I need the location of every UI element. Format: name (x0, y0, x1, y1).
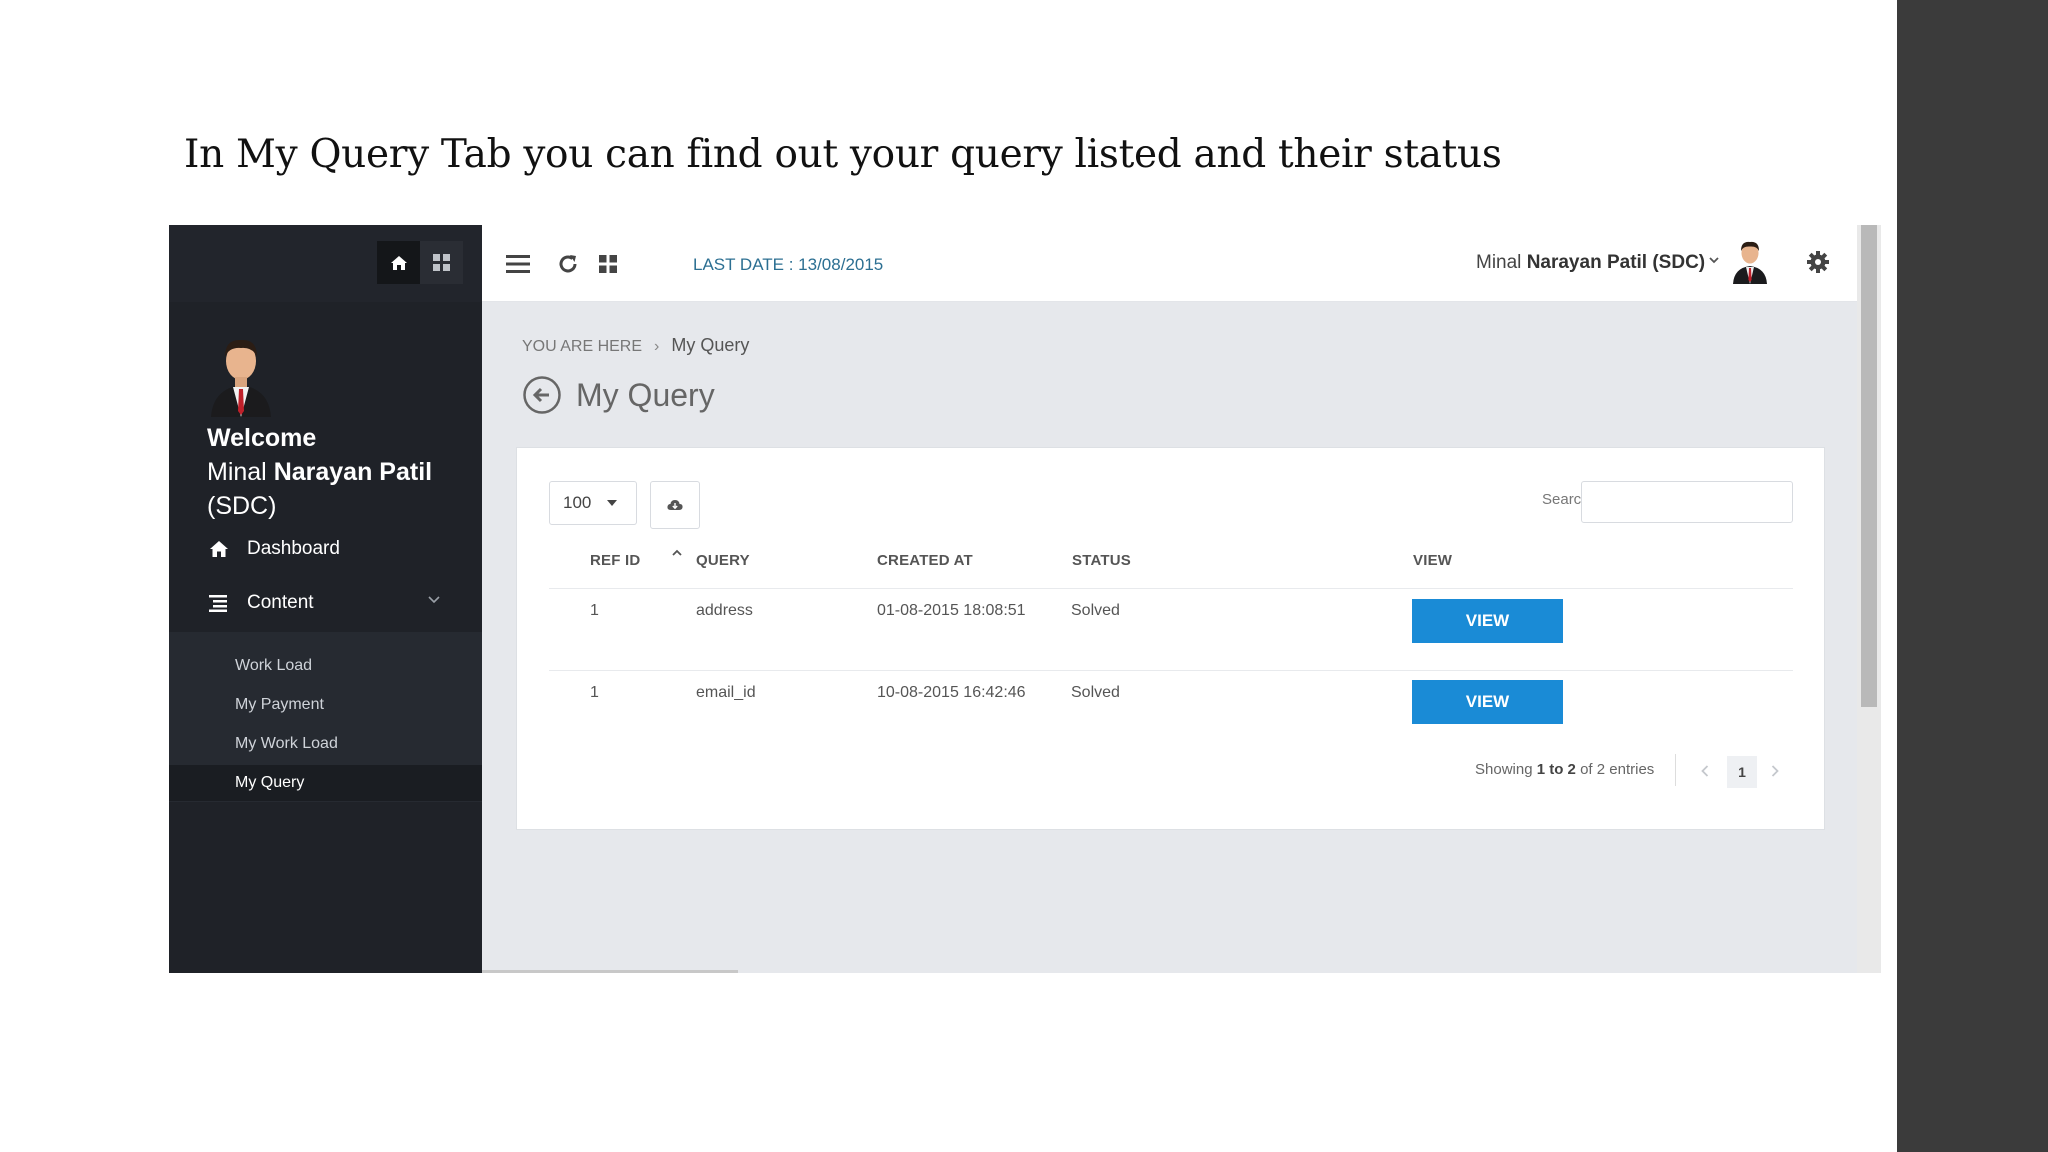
refresh-icon (559, 255, 577, 273)
welcome-text: Welcome Minal Narayan Patil (SDC) (207, 421, 432, 523)
pagination-next-button[interactable] (1765, 758, 1785, 784)
scrollbar-thumb[interactable] (1861, 225, 1877, 707)
sidebar-item-my-query[interactable]: My Query (169, 765, 482, 801)
avatar[interactable] (1732, 238, 1768, 284)
home-button[interactable] (377, 241, 420, 284)
sidebar-item-work-load[interactable]: Work Load (169, 648, 482, 684)
apps-grid-button[interactable] (594, 251, 622, 277)
cell-created-at: 10-08-2015 16:42:46 (877, 684, 1026, 701)
content-submenu: Work Load My Payment My Work Load My Que… (169, 632, 482, 802)
grid-icon (599, 255, 617, 273)
sidebar-item-content[interactable]: Content (169, 578, 482, 628)
row-divider (549, 670, 1793, 671)
cloud-download-icon (667, 500, 683, 510)
sidebar-item-label: Content (247, 592, 314, 613)
home-icon (390, 255, 407, 270)
cell-created-at: 01-08-2015 18:08:51 (877, 602, 1026, 619)
back-arrow-icon[interactable] (522, 375, 562, 415)
info-suffix: of 2 entries (1575, 761, 1655, 778)
chevron-left-icon (1701, 765, 1709, 777)
refresh-button[interactable] (554, 251, 582, 277)
last-date-label: LAST DATE : 13/08/2015 (693, 255, 884, 274)
pagination-divider (1675, 754, 1676, 786)
chevron-right-icon (1771, 765, 1779, 777)
search-input[interactable] (1581, 481, 1793, 523)
breadcrumb-separator: › (654, 338, 660, 355)
query-table-panel: 100 Search: REF ID QUERY CREATED AT STAT… (516, 447, 1825, 830)
header-divider (549, 588, 1793, 589)
sidebar-top-bar (169, 225, 482, 302)
user-last-name: Narayan Patil (273, 458, 433, 486)
column-header-query[interactable]: QUERY (696, 552, 750, 569)
user-last-name: Narayan Patil (SDC) (1526, 252, 1706, 273)
pagination-page-1[interactable]: 1 (1727, 756, 1757, 788)
breadcrumb: YOU ARE HERE › My Query (522, 335, 749, 356)
app-screenshot: Welcome Minal Narayan Patil (SDC) Dashbo… (169, 225, 1881, 973)
settings-button[interactable] (1807, 251, 1829, 278)
slide: In My Query Tab you can find out your qu… (0, 0, 2048, 1152)
page-length-select[interactable]: 100 (549, 481, 637, 525)
gear-icon (1807, 251, 1829, 273)
column-header-status[interactable]: STATUS (1072, 552, 1131, 569)
cell-status: Solved (1071, 602, 1120, 619)
info-prefix: Showing (1475, 761, 1537, 778)
cell-query: email_id (696, 684, 756, 701)
sidebar-item-my-payment[interactable]: My Payment (169, 687, 482, 723)
page-length-value: 100 (563, 493, 592, 512)
home-icon (209, 540, 231, 558)
menu-toggle-button[interactable] (504, 251, 532, 277)
sidebar-item-label: Dashboard (247, 538, 340, 559)
caret-down-icon (607, 500, 618, 506)
list-icon (209, 594, 231, 612)
user-first-name: Minal (207, 458, 274, 486)
slide-right-bar (1897, 0, 2048, 1152)
sort-asc-icon[interactable] (671, 548, 683, 558)
grid-icon (433, 254, 450, 271)
avatar (211, 339, 271, 417)
grid-button[interactable] (420, 241, 463, 284)
chevron-down-icon (428, 596, 440, 604)
cell-ref-id: 1 (590, 684, 599, 701)
column-header-ref-id[interactable]: REF ID (590, 552, 640, 569)
download-button[interactable] (650, 481, 700, 529)
column-header-created-at[interactable]: CREATED AT (877, 552, 973, 569)
chevron-down-icon[interactable] (1709, 256, 1719, 264)
horizontal-scrollbar[interactable] (482, 970, 738, 973)
user-menu[interactable]: Minal Narayan Patil (SDC) (1476, 252, 1705, 274)
slide-title: In My Query Tab you can find out your qu… (184, 132, 1502, 177)
page-title: My Query (522, 375, 715, 415)
breadcrumb-current[interactable]: My Query (671, 335, 749, 355)
sidebar-item-my-work-load[interactable]: My Work Load (169, 726, 482, 762)
sidebar-item-dashboard[interactable]: Dashboard (169, 524, 482, 574)
top-bar: LAST DATE : 13/08/2015 Minal Narayan Pat… (482, 225, 1857, 302)
view-button[interactable]: VIEW (1412, 680, 1563, 724)
breadcrumb-prefix: YOU ARE HERE (522, 338, 643, 355)
page-title-text: My Query (576, 376, 715, 413)
user-role: (SDC) (207, 492, 277, 520)
table-info: Showing 1 to 2 of 2 entries (1475, 761, 1654, 778)
column-header-view: VIEW (1413, 552, 1453, 569)
sidebar: Welcome Minal Narayan Patil (SDC) Dashbo… (169, 225, 482, 973)
pagination-prev-button[interactable] (1695, 758, 1715, 784)
welcome-label: Welcome (207, 424, 317, 452)
cell-status: Solved (1071, 684, 1120, 701)
view-button[interactable]: VIEW (1412, 599, 1563, 643)
user-first-name: Minal (1476, 252, 1527, 273)
hamburger-icon (506, 255, 530, 273)
info-range: 1 to 2 (1536, 761, 1576, 778)
cell-ref-id: 1 (590, 602, 599, 619)
cell-query: address (696, 602, 753, 619)
